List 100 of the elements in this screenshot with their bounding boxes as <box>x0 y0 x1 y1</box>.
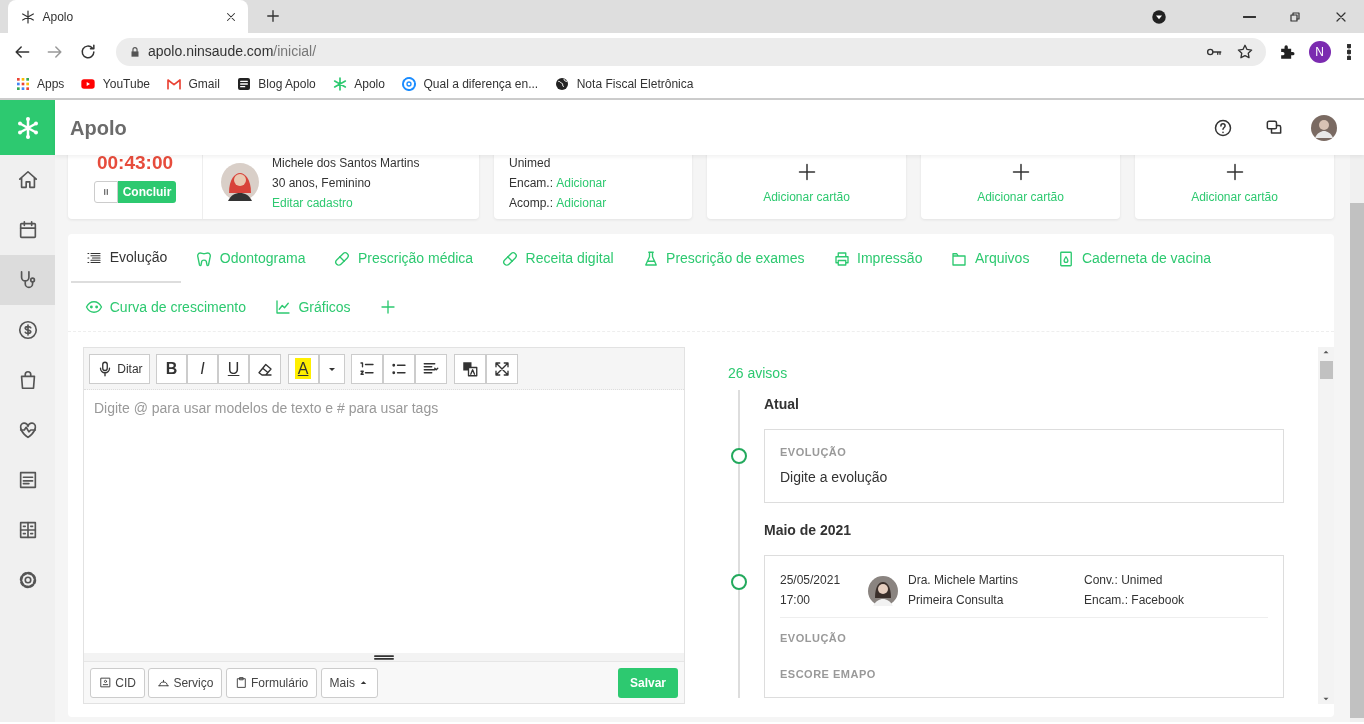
apps-grid-icon <box>14 76 31 92</box>
app-logo-icon <box>20 8 36 25</box>
bookmark-label: Nota Fiscal Eletrônica <box>576 76 694 93</box>
globe-icon <box>554 76 571 92</box>
bookmark-label: Gmail <box>188 76 220 93</box>
scroll-thumb[interactable] <box>1319 361 1333 379</box>
bold-button[interactable]: B <box>156 354 188 384</box>
id-card-icon <box>99 676 112 689</box>
bookmark[interactable]: Blog Apolo <box>227 72 324 96</box>
document-icon <box>235 76 252 92</box>
bookmark[interactable]: Apps <box>6 72 73 96</box>
translate-button[interactable] <box>453 354 486 384</box>
section-label: ESCORE EMAPO <box>780 667 877 682</box>
bookmark-label: YouTube <box>102 76 150 93</box>
scrollbar[interactable] <box>1318 347 1334 704</box>
numbered-list-icon <box>358 360 377 378</box>
visit-time: 17:00 <box>780 592 812 609</box>
timer: 00:43:00 <box>96 155 174 175</box>
numbered-list-button[interactable] <box>351 354 384 384</box>
logo-tile[interactable] <box>0 100 55 155</box>
plus-icon <box>1010 161 1031 182</box>
text-editor[interactable]: Ditar B I U A Digite @ para usar modelos de texto e # para usar tags CID Serviço Formulário Mais Salvar <box>83 347 685 704</box>
avatar <box>221 162 259 201</box>
section-heading: Maio de 2021 <box>764 521 853 540</box>
plus-icon <box>1224 161 1245 182</box>
bookmark[interactable]: Gmail <box>158 72 228 96</box>
patient-details: 30 anos, Feminino <box>272 174 372 192</box>
home-icon <box>16 169 39 191</box>
bookmark[interactable]: Qual a diferença en... <box>392 72 547 96</box>
plus-icon <box>264 7 282 25</box>
field-label: Encam.: <box>509 175 553 190</box>
bullet-list-button[interactable] <box>383 354 416 384</box>
clear-format-button[interactable] <box>249 354 282 384</box>
minimize-icon <box>1242 15 1256 18</box>
fullscreen-button[interactable] <box>485 354 518 384</box>
pill-icon <box>501 249 520 268</box>
section-label: EVOLUÇÃO <box>780 630 848 646</box>
form-button[interactable]: Formulário <box>225 667 318 698</box>
more-button[interactable]: Mais <box>320 667 379 698</box>
timeline-dot <box>731 448 747 464</box>
cid-button[interactable]: CID <box>90 667 145 698</box>
align-button[interactable] <box>415 354 448 384</box>
insurance-plan: Unimed <box>509 155 552 172</box>
address-bar[interactable]: apolo.ninsaude.com/inicial/ <box>115 37 1266 66</box>
tooth-icon <box>195 249 214 268</box>
mail-icon <box>166 76 182 92</box>
play-icon <box>80 76 97 92</box>
menu-icon <box>1346 43 1351 60</box>
app-logo-icon <box>331 76 348 92</box>
entry-text: Digite a evolução <box>780 468 889 487</box>
doctor-name: Dra. Michele Martins <box>908 572 1020 589</box>
bookmark-label: Apps <box>37 76 65 93</box>
patient-name: Michele dos Santos Martins <box>272 155 420 172</box>
dropdown-icon <box>1150 7 1168 26</box>
section-label: EVOLUÇÃO <box>780 445 848 460</box>
color-dropdown-button[interactable] <box>318 354 345 384</box>
visit-type: Primeira Consulta <box>908 592 1005 609</box>
bookmark[interactable]: Apolo <box>323 72 393 96</box>
italic-button[interactable]: I <box>187 354 219 384</box>
clipboard-icon <box>234 676 248 689</box>
bookmark-label: Qual a diferença en... <box>423 76 539 93</box>
dollar-icon <box>16 319 39 341</box>
bookmark-star-button[interactable] <box>1235 42 1254 61</box>
tab-title: Apolo <box>42 8 75 26</box>
expand-icon <box>492 360 511 378</box>
user-avatar[interactable] <box>1311 114 1337 141</box>
scrollbar[interactable] <box>1350 155 1364 722</box>
bookmark[interactable]: YouTube <box>72 72 158 96</box>
eye-icon <box>85 298 104 316</box>
line-chart-icon <box>273 298 292 316</box>
bookmark-label: Blog Apolo <box>258 76 316 93</box>
bookmark-label: Apolo <box>354 76 385 93</box>
visit-date: 25/05/2021 <box>780 572 842 589</box>
underline-button[interactable]: U <box>218 354 250 384</box>
browser-tab[interactable]: Apolo <box>8 0 248 33</box>
profile-avatar[interactable]: N <box>1308 40 1331 63</box>
translate-icon <box>460 360 479 378</box>
timeline-dot <box>731 574 747 590</box>
insurance-text: Conv.: Unimed <box>1084 572 1164 589</box>
star-icon <box>1235 42 1254 61</box>
highlight-button[interactable]: A <box>287 354 319 384</box>
sidebar-item[interactable] <box>0 255 55 305</box>
avatar <box>868 576 898 606</box>
app-title: Apolo <box>70 115 128 141</box>
printer-icon <box>832 249 851 268</box>
help-icon <box>1213 117 1233 138</box>
service-button[interactable]: Serviço <box>148 667 223 698</box>
section-heading: Atual <box>764 395 800 414</box>
bookmark[interactable]: Nota Fiscal Eletrônica <box>546 72 702 96</box>
app-logo-icon <box>15 115 40 140</box>
referral-text: Encam.: Facebook <box>1084 592 1185 609</box>
plus-icon <box>378 298 397 316</box>
plus-icon <box>796 161 817 182</box>
dictate-button[interactable]: Ditar <box>89 354 150 384</box>
url-text: apolo.ninsaude.com/inicial/ <box>148 42 318 61</box>
tab[interactable]: Evolução <box>71 234 182 283</box>
grip-icon <box>373 653 395 661</box>
pill-icon <box>333 249 352 268</box>
field-label: Acomp.: <box>509 195 553 210</box>
resize-handle[interactable] <box>84 653 684 661</box>
